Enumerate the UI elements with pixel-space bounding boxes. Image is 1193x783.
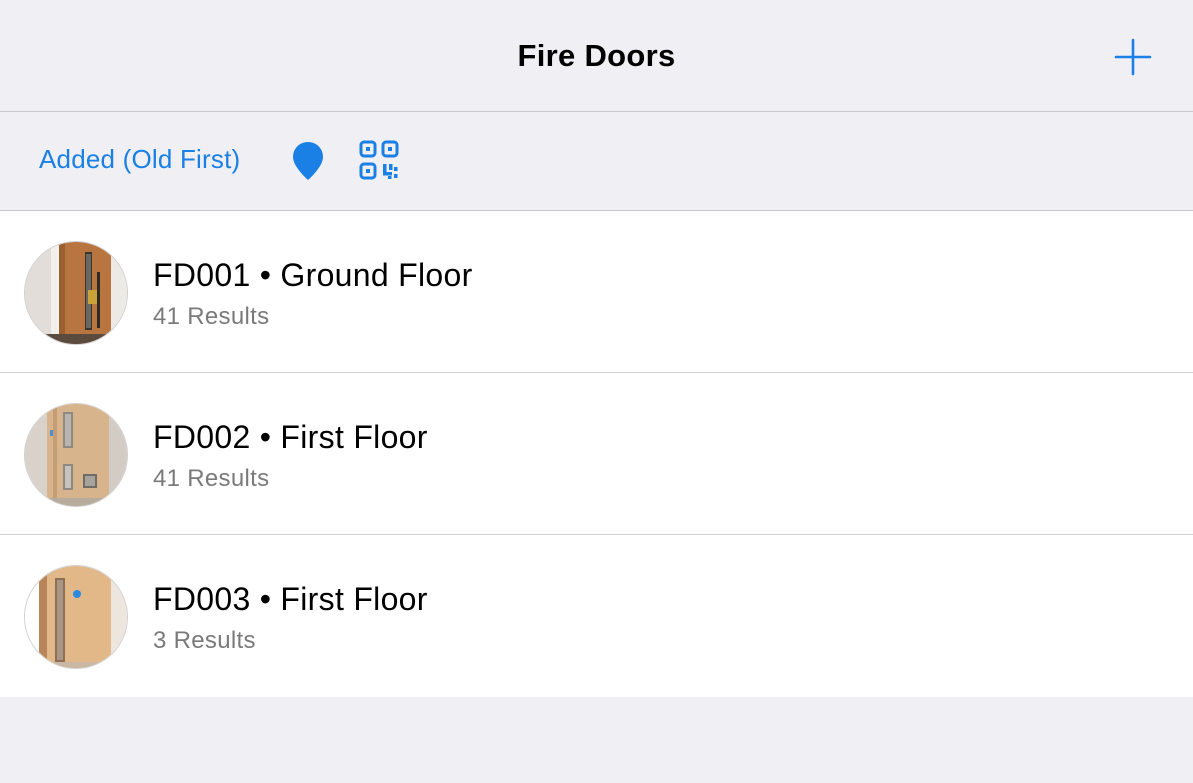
door-photo-thumbnail [24,403,128,507]
list-item[interactable]: FD001 • Ground Floor 41 Results [0,211,1193,373]
filter-toolbar: Added (Old First) [0,112,1193,211]
location-pin-icon [293,142,323,180]
location-filter-button[interactable] [290,140,326,184]
door-title: FD002 • First Floor [153,419,428,455]
door-results-count: 3 Results [153,627,256,654]
door-title: FD003 • First Floor [153,581,428,617]
list-item[interactable]: FD002 • First Floor 41 Results [0,373,1193,535]
plus-icon [1114,38,1152,76]
qr-scan-button[interactable] [358,138,402,184]
qr-code-icon [359,140,399,180]
door-results-count: 41 Results [153,303,270,330]
door-photo-thumbnail [24,241,128,345]
list-item[interactable]: FD003 • First Floor 3 Results [0,535,1193,697]
add-door-button[interactable] [1113,37,1153,77]
page-title: Fire Doors [517,38,676,73]
navigation-bar: Fire Doors [0,0,1193,112]
sort-button[interactable]: Added (Old First) [39,144,240,175]
door-results-count: 41 Results [153,465,270,492]
door-title: FD001 • Ground Floor [153,257,473,293]
fire-doors-list: FD001 • Ground Floor 41 Results FD002 • … [0,211,1193,697]
door-photo-thumbnail [24,565,128,669]
